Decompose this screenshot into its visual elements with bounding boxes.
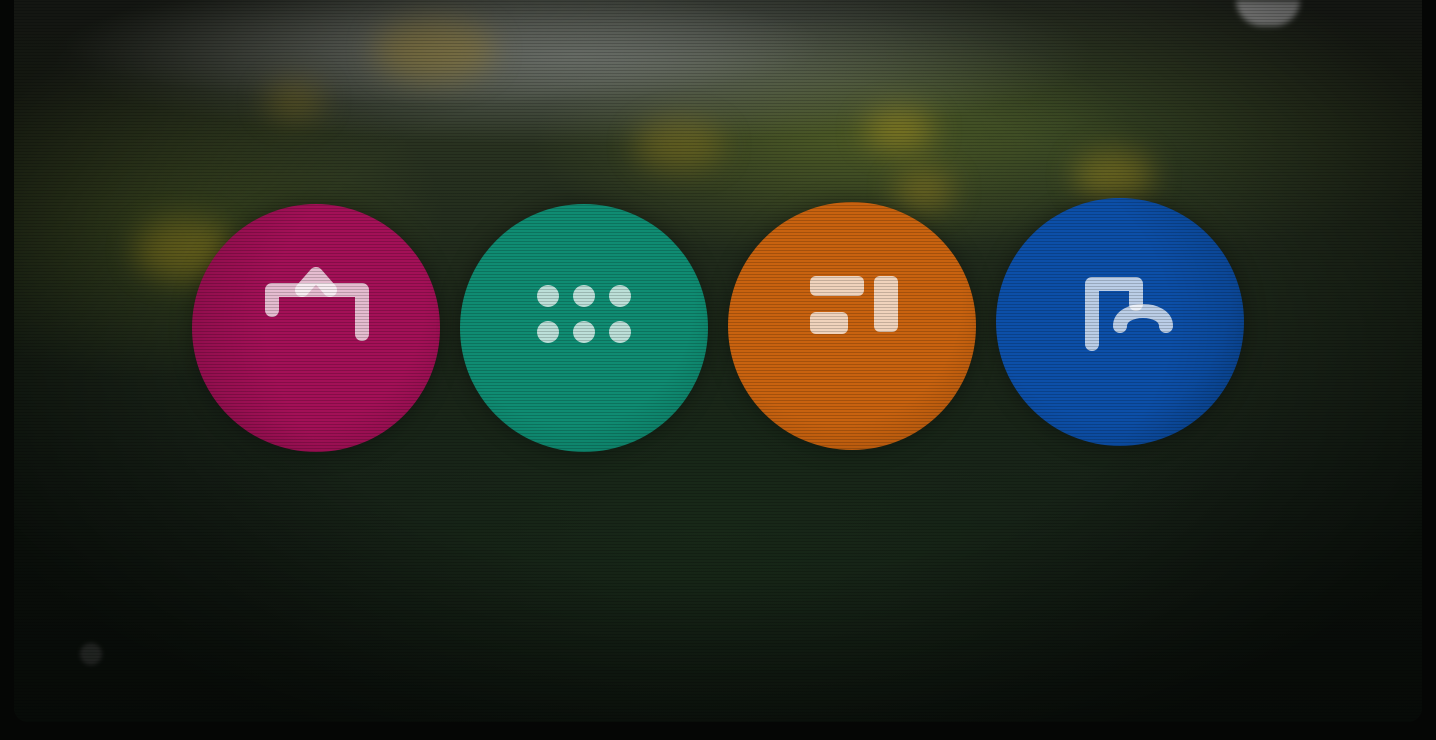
background-blur xyxy=(374,20,494,80)
indicator-dot xyxy=(80,643,102,665)
top-light xyxy=(1236,0,1300,26)
background-blur xyxy=(1074,150,1154,200)
tv-home-screen xyxy=(14,0,1422,722)
apps-tile[interactable] xyxy=(460,204,708,452)
apps-grid-icon xyxy=(537,285,631,343)
background-blur xyxy=(864,110,934,150)
home-tile[interactable] xyxy=(996,198,1244,446)
tv-tile[interactable] xyxy=(192,204,440,452)
background-blur xyxy=(634,120,724,170)
tv-icon xyxy=(265,267,369,341)
home-icon xyxy=(1085,277,1173,351)
media-tile[interactable] xyxy=(728,202,976,450)
background-blur xyxy=(264,80,324,120)
media-list-icon xyxy=(810,276,898,334)
